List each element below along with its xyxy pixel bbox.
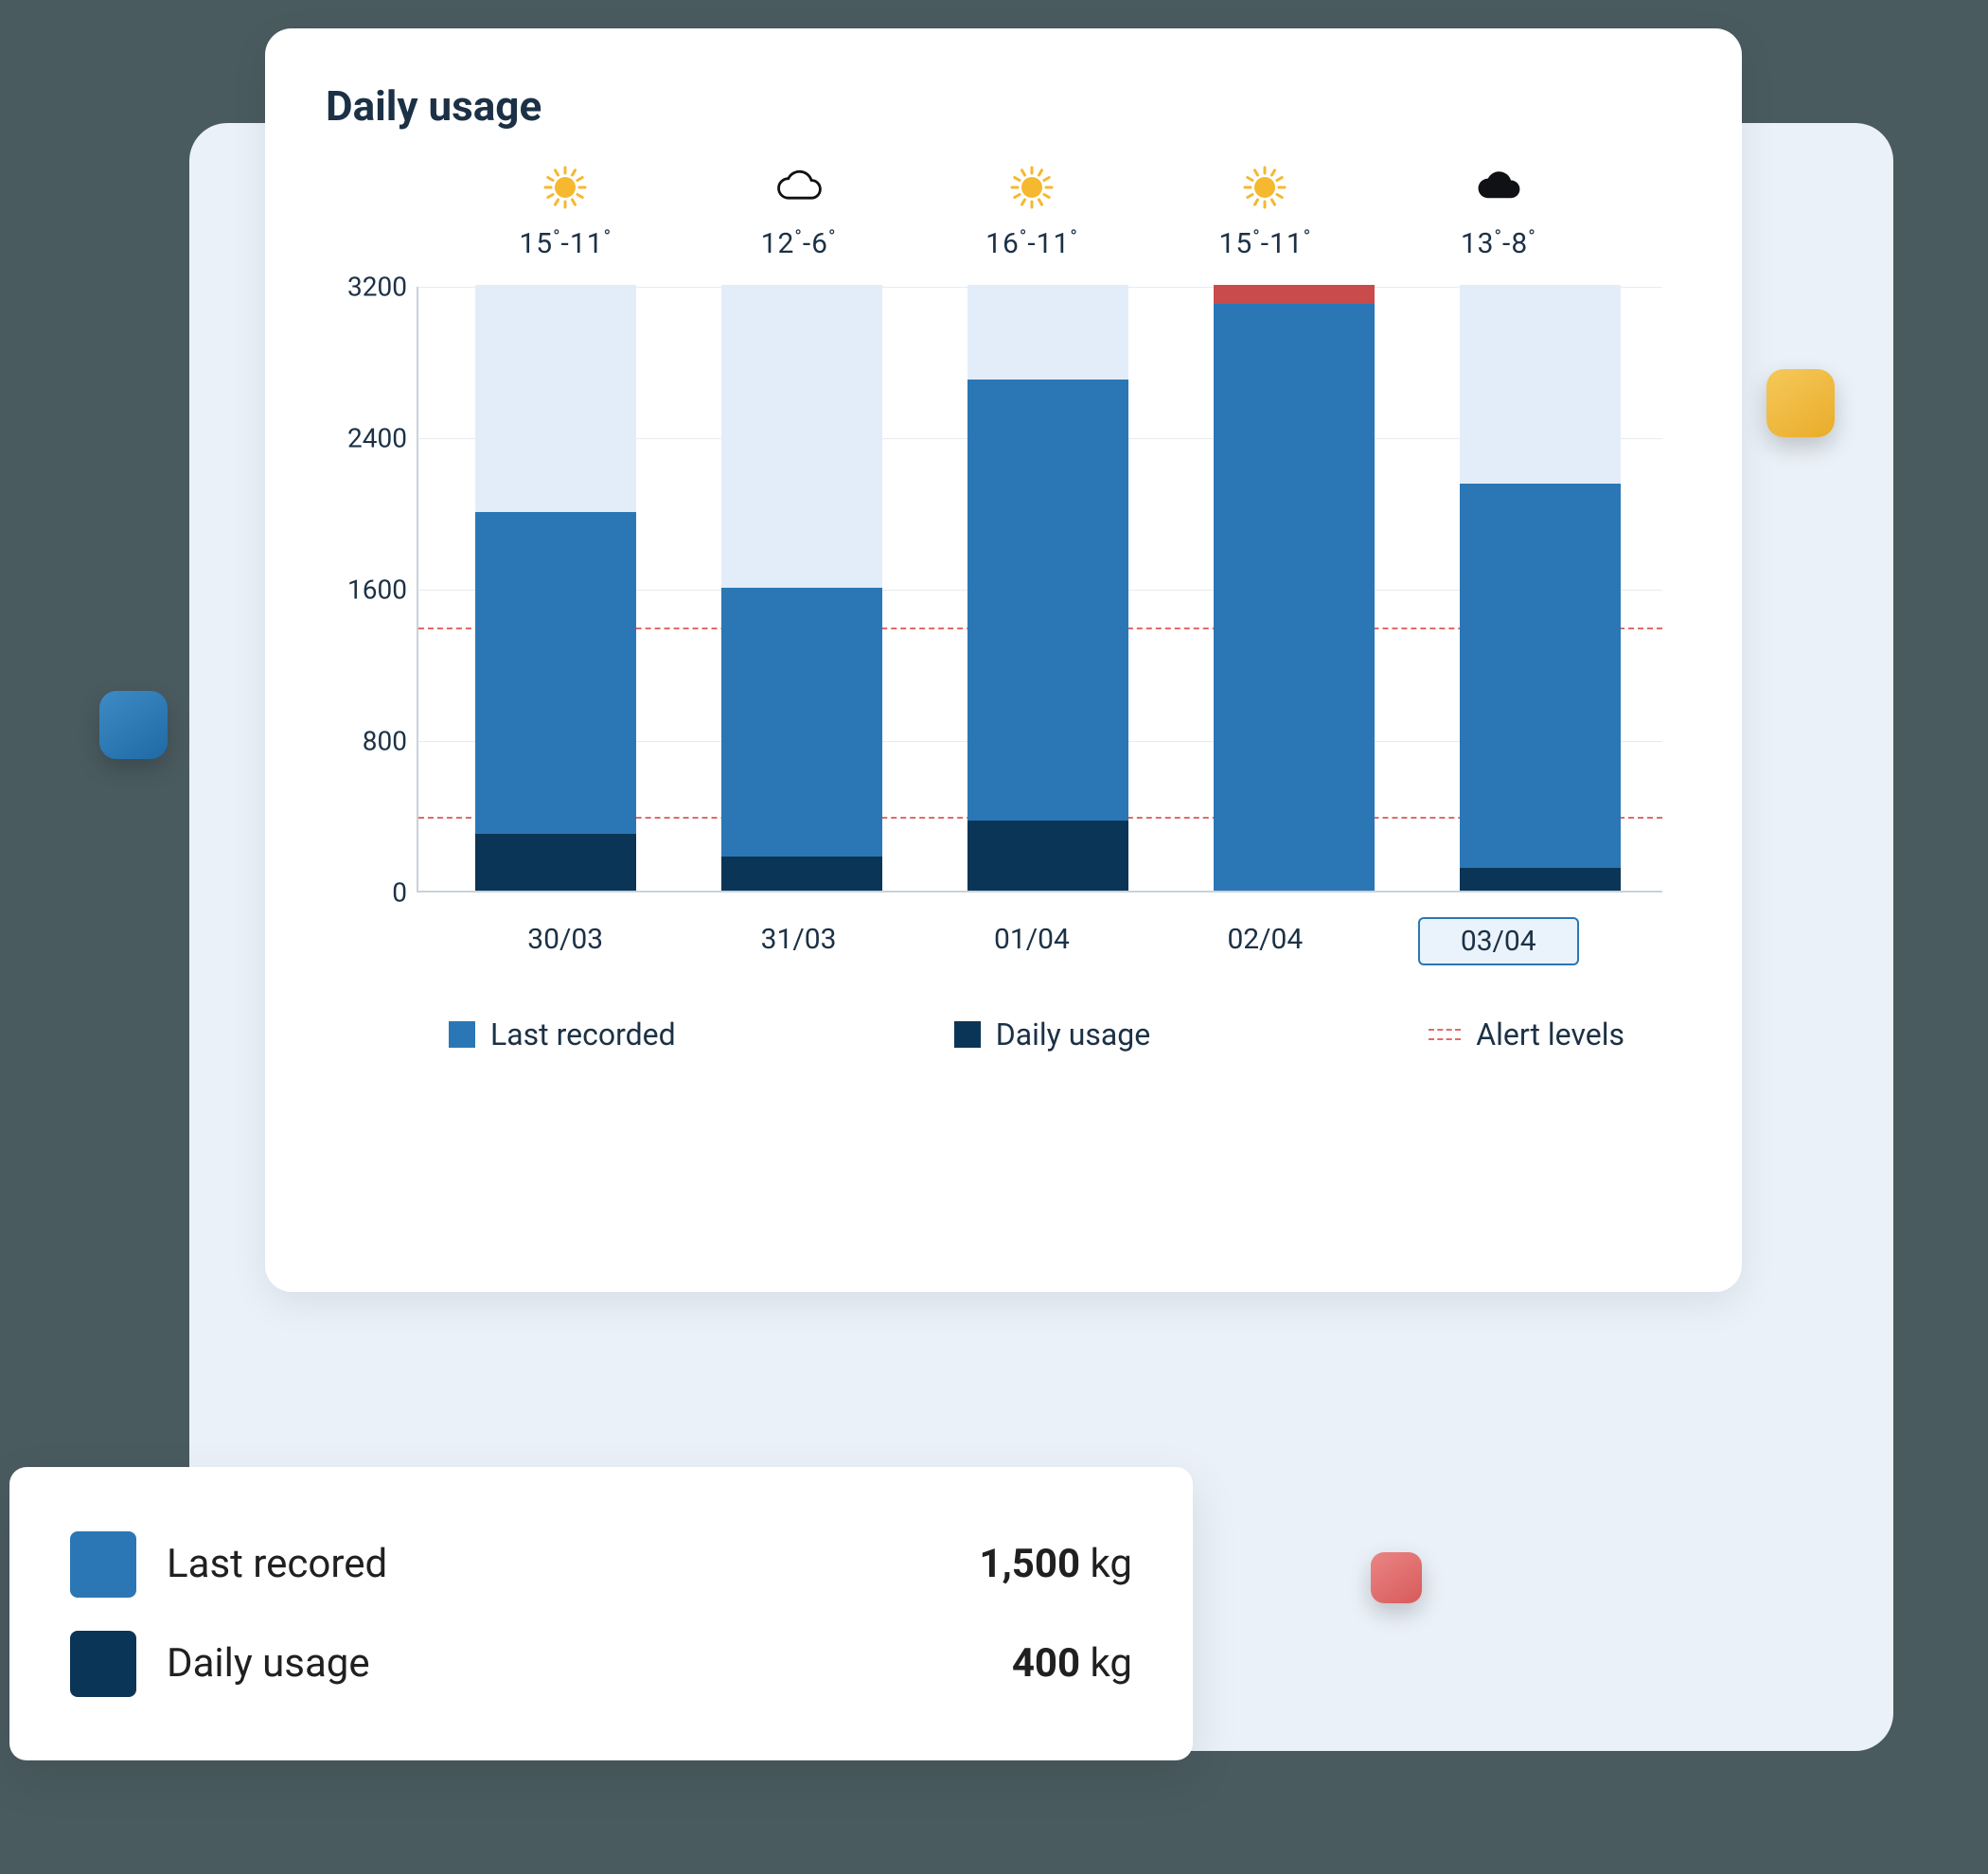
weather-temp: 15°-11° [519,227,612,260]
weather-cell: 12°-6° [719,161,879,260]
y-tick-label: 1600 [324,575,407,606]
weather-temp: 16°-11° [985,227,1078,260]
x-axis-labels: 30/03 31/03 01/04 02/04 03/04 [326,917,1681,965]
sun-icon [539,161,592,214]
alert-line-icon [1429,1025,1461,1044]
x-axis-label[interactable]: 01/04 [951,917,1112,965]
decorative-chip-blue [99,691,168,759]
legend-label: Last recorded [490,1017,676,1052]
bar[interactable] [967,285,1128,891]
swatch-icon [449,1021,475,1048]
summary-row-last-recorded: Last recored 1,500 kg [70,1531,1132,1598]
legend-label: Daily usage [996,1017,1151,1052]
weather-cell: 15°-11° [485,161,646,260]
decorative-chip-yellow [1766,369,1835,437]
y-tick-label: 800 [324,726,407,757]
y-tick-label: 3200 [324,272,407,303]
swatch-icon [70,1631,136,1697]
chart-plot-area: 0800160024003200 [417,287,1662,893]
cloud-solid-icon [1472,161,1525,214]
swatch-icon [954,1021,981,1048]
legend-last-recorded: Last recorded [449,1017,676,1052]
summary-label: Last recored [167,1541,949,1587]
legend-alert-levels: Alert levels [1429,1017,1624,1052]
x-axis-label[interactable]: 03/04 [1418,917,1579,965]
x-axis-label[interactable]: 31/03 [719,917,879,965]
x-axis-label[interactable]: 30/03 [485,917,646,965]
bar[interactable] [721,285,882,891]
x-axis-label[interactable]: 02/04 [1184,917,1345,965]
legend-daily-usage: Daily usage [954,1017,1151,1052]
weather-temp: 12°-6° [761,227,837,260]
bar[interactable] [1460,285,1621,891]
summary-card: Last recored 1,500 kg Daily usage 400 kg [9,1467,1193,1760]
chart-legend: Last recorded Daily usage Alert levels [326,1017,1681,1052]
swatch-icon [70,1531,136,1598]
weather-temp: 15°-11° [1219,227,1312,260]
bar[interactable] [1214,285,1375,891]
y-tick-label: 0 [324,877,407,909]
legend-label: Alert levels [1476,1017,1624,1052]
weather-temp: 13°-8° [1461,227,1536,260]
summary-row-daily-usage: Daily usage 400 kg [70,1631,1132,1697]
sun-icon [1005,161,1058,214]
summary-value: 1,500 kg [979,1541,1132,1587]
decorative-chip-red [1371,1552,1422,1603]
weather-row: 15°-11° 12°-6° 16°-11° 15°-11° 13°-8° [326,161,1681,260]
bar[interactable] [475,285,636,891]
weather-cell: 13°-8° [1418,161,1579,260]
summary-label: Daily usage [167,1640,982,1687]
chart-title: Daily usage [326,81,1681,131]
weather-cell: 15°-11° [1184,161,1345,260]
cloud-outline-icon [772,161,825,214]
y-tick-label: 2400 [324,423,407,454]
sun-icon [1238,161,1291,214]
daily-usage-card: Daily usage 15°-11° 12°-6° 16°-11° 15°-1… [265,28,1742,1292]
weather-cell: 16°-11° [951,161,1112,260]
summary-value: 400 kg [1012,1640,1132,1687]
